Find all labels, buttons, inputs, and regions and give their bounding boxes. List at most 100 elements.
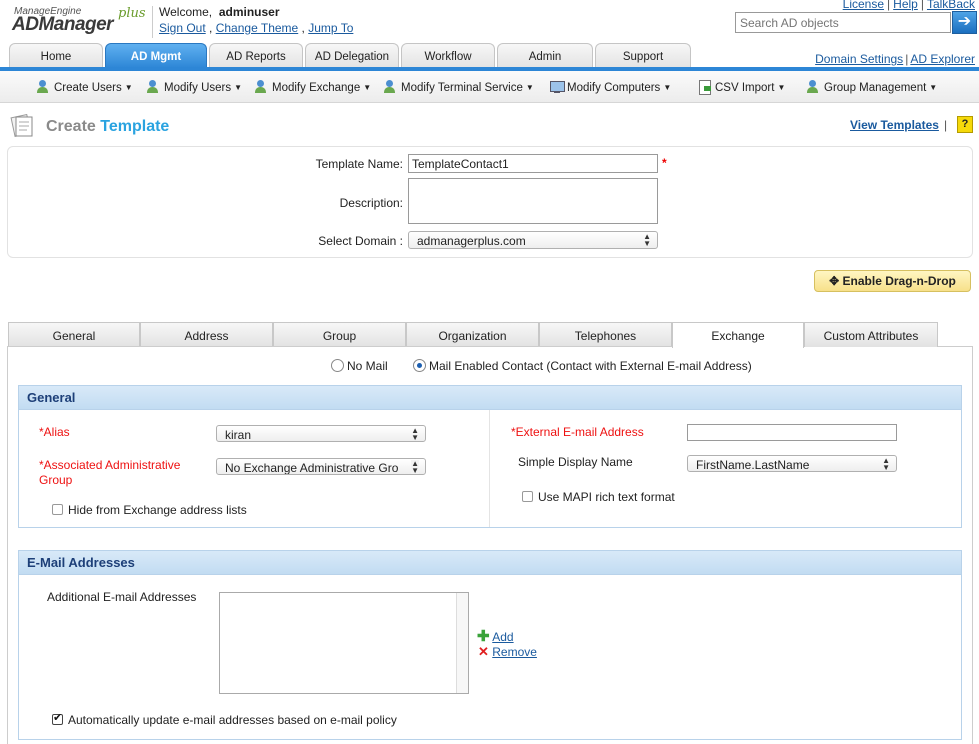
remove-x-icon: ✕	[478, 644, 489, 659]
tab-right-links: Domain Settings | AD Explorer	[815, 52, 975, 66]
menu-label: Modify Computers	[567, 82, 661, 94]
radio-unchecked[interactable]	[331, 359, 344, 372]
caret-down-icon: ▼	[124, 83, 133, 92]
enable-drag-drop-button[interactable]: ✥ Enable Drag-n-Drop	[814, 270, 971, 292]
checkbox[interactable]	[52, 504, 63, 515]
description-textarea[interactable]	[408, 178, 658, 224]
help-icon[interactable]: ?	[957, 116, 973, 133]
template-name-label: Template Name:	[315, 157, 403, 171]
menu-modify-computers[interactable]: Modify Computers ▼	[549, 80, 671, 94]
auto-update-label: Automatically update e-mail addresses ba…	[68, 713, 397, 727]
welcome-label: Welcome,	[159, 5, 213, 19]
tab-telephones[interactable]: Telephones	[539, 322, 672, 347]
menu-label: Modify Users	[164, 82, 232, 94]
caret-down-icon: ▼	[929, 83, 938, 92]
help-link[interactable]: Help	[893, 0, 918, 11]
remove-link[interactable]: Remove	[492, 645, 537, 659]
caret-down-icon: ▼	[525, 83, 534, 92]
search-input[interactable]	[735, 12, 951, 33]
arrow-right-icon: ➔	[957, 13, 972, 30]
tab-ad-reports[interactable]: AD Reports	[209, 43, 303, 68]
change-theme-link[interactable]: Change Theme	[216, 21, 299, 35]
page-title: Create Template	[46, 118, 169, 136]
email-list-box[interactable]	[219, 592, 469, 694]
external-email-label: *External E-mail Address	[511, 425, 644, 439]
terminal-user-icon	[383, 80, 399, 94]
logo-plus: plus	[118, 6, 146, 21]
tab-ad-delegation[interactable]: AD Delegation	[305, 43, 399, 68]
caret-down-icon: ▼	[777, 83, 786, 92]
plus-icon: ✚	[477, 628, 490, 645]
tab-organization[interactable]: Organization	[406, 322, 539, 347]
exchange-user-icon	[254, 80, 270, 94]
column-divider	[489, 410, 490, 527]
radio-checked[interactable]	[413, 359, 426, 372]
view-templates-link[interactable]: View Templates	[850, 118, 939, 132]
talkback-link[interactable]: TalkBack	[927, 0, 975, 11]
add-action[interactable]: ✚ Add	[477, 627, 514, 645]
tab-address[interactable]: Address	[140, 322, 273, 347]
mail-enabled-option[interactable]: Mail Enabled Contact (Contact with Exter…	[413, 359, 752, 373]
menu-group-management[interactable]: Group Management ▼	[806, 80, 937, 94]
domain-settings-link[interactable]: Domain Settings	[815, 52, 903, 66]
no-mail-option[interactable]: No Mail	[331, 359, 388, 373]
tab-ad-mgmt[interactable]: AD Mgmt	[105, 43, 207, 68]
sign-out-link[interactable]: Sign Out	[159, 21, 206, 35]
section-header: E-Mail Addresses	[19, 551, 961, 575]
tab-home[interactable]: Home	[9, 43, 103, 68]
tab-group[interactable]: Group	[273, 322, 406, 347]
jump-to-link[interactable]: Jump To	[308, 21, 353, 35]
menu-label: Modify Terminal Service	[401, 82, 523, 94]
auto-update-option[interactable]: Automatically update e-mail addresses ba…	[52, 711, 397, 727]
alias-select[interactable]: kiran ▲ ▼	[216, 425, 426, 442]
external-email-input[interactable]	[687, 424, 897, 441]
add-link[interactable]: Add	[492, 630, 513, 644]
display-name-select[interactable]: FirstName.LastName ▲ ▼	[687, 455, 897, 472]
tab-general[interactable]: General	[8, 322, 140, 347]
search-button[interactable]: ➔	[952, 11, 977, 34]
tab-workflow[interactable]: Workflow	[401, 43, 495, 68]
select-arrows-icon: ▲ ▼	[411, 459, 419, 475]
tab-admin[interactable]: Admin	[497, 43, 593, 68]
checkbox[interactable]	[522, 491, 533, 502]
display-name-value: FirstName.LastName	[696, 458, 810, 472]
caret-down-icon: ▼	[663, 83, 672, 92]
menu-modify-users[interactable]: Modify Users ▼	[146, 80, 242, 94]
required-star: *	[662, 156, 667, 170]
admin-group-value: No Exchange Administrative Gro	[225, 461, 399, 475]
logo-product: ADManager	[12, 14, 114, 35]
scrollbar[interactable]	[456, 593, 468, 693]
menu-csv-import[interactable]: CSV Import ▼	[697, 80, 786, 95]
tab-custom-attributes[interactable]: Custom Attributes	[804, 322, 938, 347]
admin-group-select[interactable]: No Exchange Administrative Gro ▲ ▼	[216, 458, 426, 475]
menu-label: Create Users	[54, 82, 122, 94]
menu-create-users[interactable]: Create Users ▼	[36, 80, 133, 94]
description-label: Description:	[339, 196, 403, 210]
ad-explorer-link[interactable]: AD Explorer	[910, 52, 975, 66]
caret-down-icon: ▼	[234, 83, 243, 92]
template-name-input[interactable]: TemplateContact1	[408, 154, 658, 173]
checkbox-checked[interactable]	[52, 711, 63, 725]
edit-user-icon	[146, 80, 162, 94]
menu-modify-exchange[interactable]: Modify Exchange ▼	[254, 80, 371, 94]
caret-down-icon: ▼	[363, 83, 372, 92]
admin-group-label: *Associated Administrative Group	[39, 458, 181, 487]
menu-modify-terminal-service[interactable]: Modify Terminal Service ▼	[383, 80, 534, 94]
license-link[interactable]: License	[843, 0, 884, 11]
add-user-icon	[36, 80, 52, 94]
mapi-option[interactable]: Use MAPI rich text format	[522, 490, 675, 504]
user-links: Sign Out , Change Theme , Jump To	[159, 21, 354, 35]
title-highlight: Template	[100, 118, 170, 135]
tab-support[interactable]: Support	[595, 43, 691, 68]
hide-from-lists-option[interactable]: Hide from Exchange address lists	[52, 503, 247, 517]
separator: |	[944, 118, 948, 132]
domain-select[interactable]: admanagerplus.com ▲ ▼	[408, 231, 658, 249]
mail-enabled-label: Mail Enabled Contact (Contact with Exter…	[429, 359, 752, 373]
remove-action[interactable]: ✕ Remove	[478, 644, 537, 660]
menu-label: Modify Exchange	[272, 82, 361, 94]
welcome-text: Welcome, adminuser	[159, 5, 280, 19]
csv-icon	[697, 80, 713, 95]
domain-label: Select Domain :	[318, 234, 403, 248]
drag-drop-label: Enable Drag-n-Drop	[842, 274, 956, 288]
tab-exchange[interactable]: Exchange	[672, 322, 804, 348]
